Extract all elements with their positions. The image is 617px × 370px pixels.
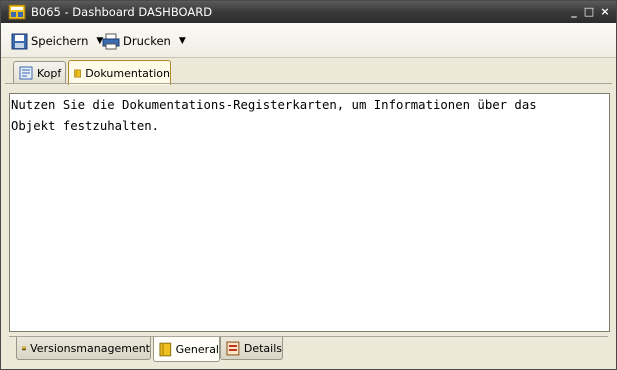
print-dropdown-arrow-icon[interactable]: ▼	[179, 36, 186, 46]
tab-dokumentation[interactable]: Dokumentation	[68, 60, 171, 85]
save-button[interactable]: Speichern ▼	[11, 30, 103, 52]
details-icon	[226, 341, 240, 355]
save-label: Speichern	[31, 34, 89, 48]
general-icon	[159, 342, 172, 356]
tab-general[interactable]: General	[153, 337, 220, 362]
tab-label: Kopf	[37, 66, 62, 80]
app-window: B065 - Dashboard DASHBOARD _ □ × Speiche…	[0, 0, 617, 370]
top-tab-bar: Kopf Dokumentation	[1, 58, 616, 85]
version-management-icon	[22, 346, 26, 350]
tab-kopf[interactable]: Kopf	[13, 61, 66, 84]
app-icon	[8, 4, 26, 20]
print-label: Drucken	[123, 34, 171, 48]
bottom-tab-bar: Versionsmanagement General Details	[1, 337, 616, 367]
tab-label: Details	[243, 341, 282, 355]
documentation-text: Nutzen Sie die Dokumentations-Registerka…	[11, 98, 537, 133]
documentation-text-area[interactable]: Nutzen Sie die Dokumentations-Registerka…	[9, 93, 610, 332]
window-title: B065 - Dashboard DASHBOARD	[31, 5, 213, 19]
tab-label: General	[175, 342, 219, 356]
close-button[interactable]: ×	[598, 5, 612, 19]
tab-label: Versionsmanagement	[30, 341, 150, 355]
printer-icon	[102, 33, 120, 49]
tab-divider	[5, 83, 612, 84]
header-icon	[19, 66, 33, 80]
maximize-button[interactable]: □	[582, 5, 596, 19]
minimize-button[interactable]: _	[567, 5, 581, 19]
floppy-disk-icon	[11, 33, 28, 49]
print-button[interactable]: Drucken ▼	[102, 30, 186, 52]
documentation-icon	[74, 69, 81, 77]
toolbar: Speichern ▼ Drucken ▼	[1, 23, 616, 58]
tab-label: Dokumentation	[85, 66, 170, 80]
tab-versionsmanagement[interactable]: Versionsmanagement	[16, 337, 151, 360]
tab-details[interactable]: Details	[220, 337, 283, 360]
title-bar[interactable]: B065 - Dashboard DASHBOARD _ □ ×	[1, 1, 616, 23]
